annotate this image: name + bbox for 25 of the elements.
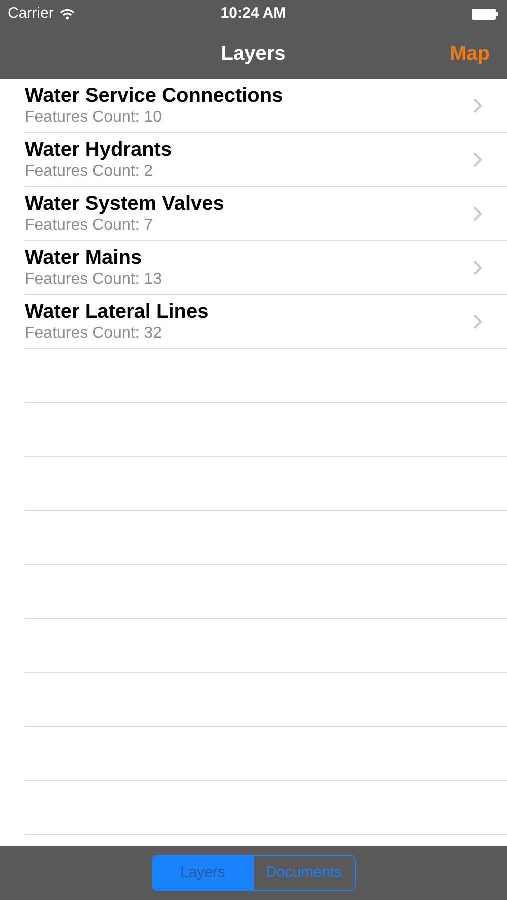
chevron-icon [473, 206, 483, 222]
chevron-icon [473, 98, 483, 114]
chevron-icon [473, 260, 483, 276]
layer-name: Water System Valves [25, 192, 226, 216]
chevron-icon [473, 314, 483, 330]
wifi-icon [60, 8, 75, 20]
features-count: Features Count: 2 [25, 162, 154, 182]
chevron-icon [473, 152, 483, 168]
features-count: Features Count: 7 [25, 216, 154, 236]
battery-icon [472, 8, 499, 20]
features-count: Features Count: 10 [25, 108, 163, 128]
features-count: Features Count: 32 [25, 324, 163, 344]
layer-name: Water Mains [25, 246, 144, 270]
status-time: 10:24 AM [220, 4, 286, 24]
carrier-label: Carrier [8, 4, 54, 24]
layer-row[interactable]: Water Mains Features Count: 13 [25, 241, 507, 295]
layer-row[interactable]: Water Hydrants Features Count: 2 [25, 133, 507, 187]
layer-row[interactable]: Water Lateral Lines Features Count: 32 [25, 295, 507, 349]
layer-name: Water Hydrants [25, 138, 174, 162]
layer-row[interactable]: Water System Valves Features Count: 7 [25, 187, 507, 241]
navigation-title: Layers [221, 42, 286, 66]
layer-name: Water Service Connections [25, 84, 284, 108]
features-count: Features Count: 13 [25, 270, 163, 290]
layer-name: Water Lateral Lines [25, 300, 210, 324]
layer-row[interactable]: Water Service Connections Features Count: 10 [25, 79, 507, 133]
